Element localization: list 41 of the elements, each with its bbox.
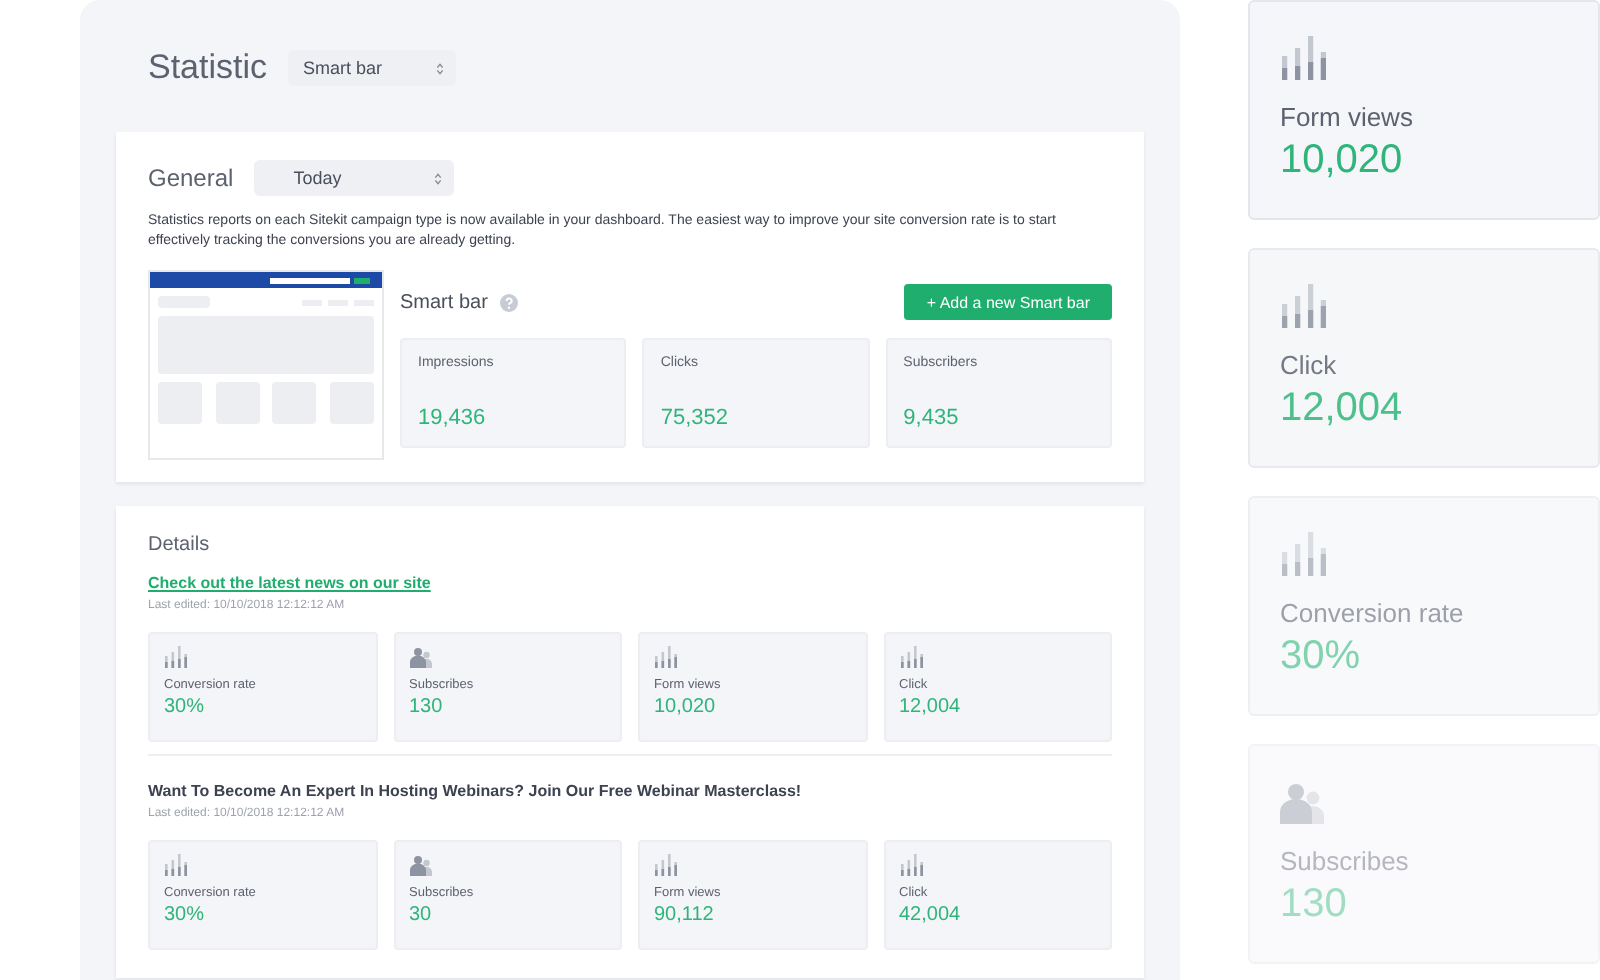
bar-chart-icon xyxy=(164,646,188,668)
metric-value: 75,352 xyxy=(660,406,730,430)
users-icon xyxy=(1280,778,1328,826)
sort-caret-icon xyxy=(433,171,442,185)
stat-value: 130 xyxy=(1280,882,1347,928)
stat-value: 30 xyxy=(409,904,432,926)
metric-value: 9,435 xyxy=(903,406,961,430)
bar-chart-icon xyxy=(1280,530,1328,578)
campaign-type-select[interactable]: Smart bar xyxy=(287,50,456,86)
stat-value: 10,020 xyxy=(654,696,716,718)
stat-label: Subscribes xyxy=(1280,846,1409,876)
sort-caret-icon xyxy=(435,61,444,75)
stat-label: Conversion rate xyxy=(1280,598,1464,628)
bar-chart-icon xyxy=(164,854,188,876)
stat-value: 10,020 xyxy=(1280,138,1403,184)
users-icon xyxy=(409,646,433,668)
stat-value: 12,004 xyxy=(899,696,961,718)
bar-chart-icon xyxy=(1280,282,1328,330)
stat-value: 30% xyxy=(164,696,205,718)
stat-value: 30% xyxy=(164,904,205,926)
stat-value: 30% xyxy=(1280,634,1361,680)
widget-title: Smart bar xyxy=(400,291,488,313)
help-icon[interactable] xyxy=(499,293,518,311)
users-icon xyxy=(409,854,433,876)
page-title: Statistic xyxy=(148,48,268,88)
stat-value: 130 xyxy=(409,696,443,718)
stat-label: Form views xyxy=(1280,102,1413,132)
stat-value: 12,004 xyxy=(1280,386,1403,432)
stat-value: 42,004 xyxy=(899,904,961,926)
bar-chart-icon xyxy=(899,854,923,876)
section-title: Details xyxy=(148,534,210,556)
date-range-select[interactable]: Today xyxy=(253,160,454,196)
section-title: General xyxy=(148,164,234,192)
bar-chart-icon xyxy=(654,646,678,668)
article-title: Want To Become An Expert In Hosting Webinars? Join Our Free Webinar Masterclass! xyxy=(148,782,802,800)
bar-chart-icon xyxy=(899,646,923,668)
bar-chart-icon xyxy=(1280,34,1328,82)
stat-label: Click xyxy=(1280,350,1337,380)
stat-value: 90,112 xyxy=(654,904,714,926)
metric-value: 19,436 xyxy=(418,406,488,430)
bar-chart-icon xyxy=(654,854,678,876)
